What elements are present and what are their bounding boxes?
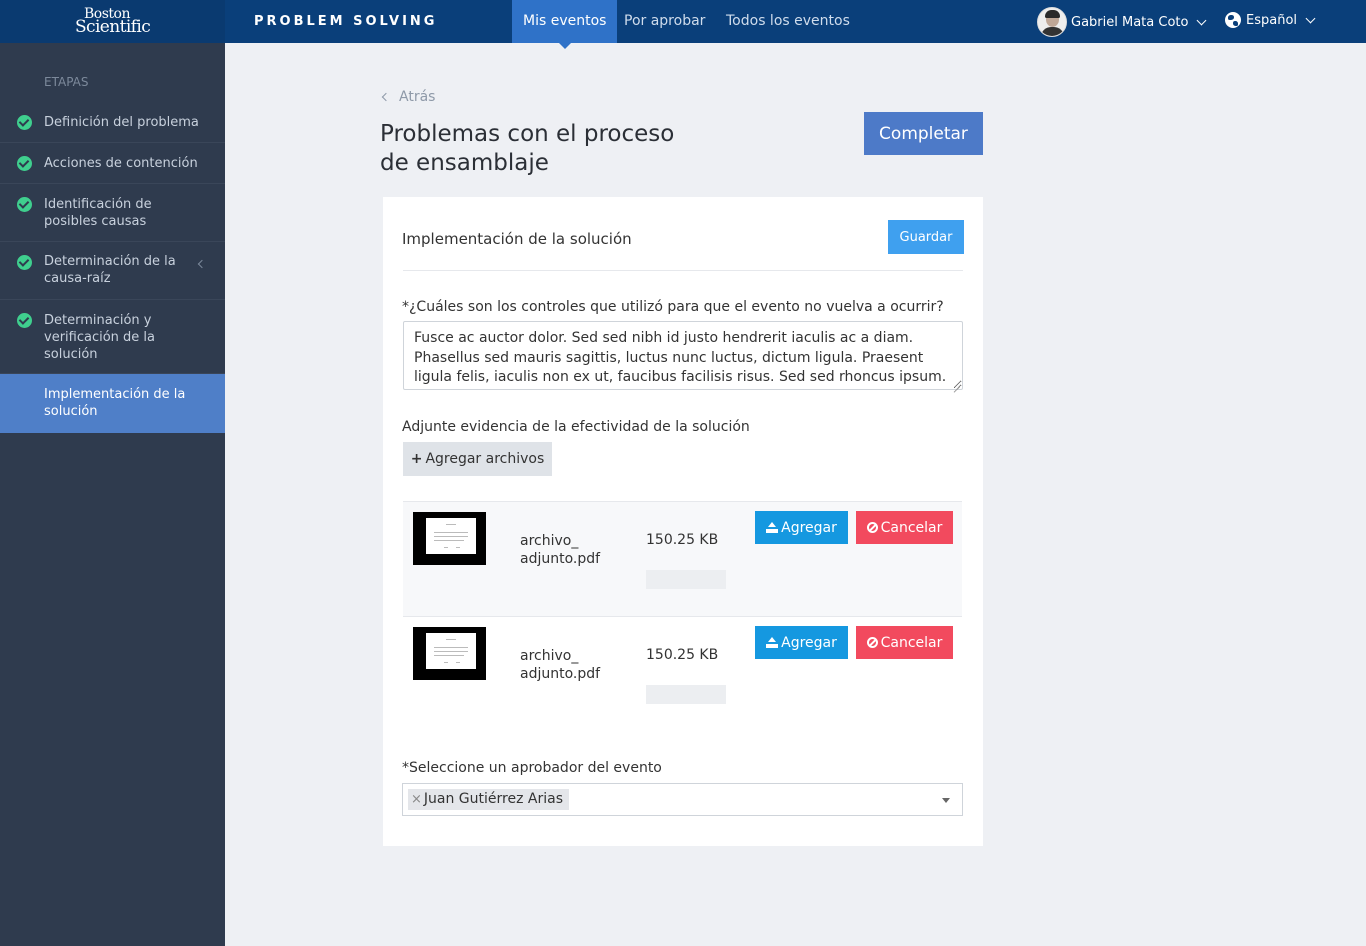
add-files-label: Agregar archivos <box>425 451 545 467</box>
divider <box>403 270 963 271</box>
remove-tag-icon[interactable]: × <box>411 792 422 807</box>
page-title: Problemas con el proceso de ensamblaje <box>380 121 675 176</box>
approver-select[interactable]: × Juan Gutiérrez Arias <box>402 783 963 816</box>
chevron-left-icon <box>197 259 207 269</box>
sidebar-item-label: Determinación de la causa-raíz <box>44 254 176 286</box>
sidebar-item-definicion[interactable]: Definición del problema <box>0 102 225 143</box>
controls-textarea[interactable]: Fusce ac auctor dolor. Sed sed nibh id j… <box>403 321 963 390</box>
chevron-down-icon <box>1305 13 1316 23</box>
upload-label: Agregar <box>781 519 837 536</box>
back-label: Atrás <box>399 89 436 105</box>
sidebar-item-contencion[interactable]: Acciones de contención <box>0 143 225 184</box>
add-files-button[interactable]: + Agregar archivos <box>403 442 552 476</box>
upload-icon <box>766 636 779 648</box>
language-label: Español <box>1246 12 1298 28</box>
upload-label: Agregar <box>781 634 837 651</box>
cancel-label: Cancelar <box>880 519 943 536</box>
tab-todos-los-eventos[interactable]: Todos los eventos <box>726 0 850 43</box>
back-link[interactable]: Atrás <box>380 89 435 105</box>
cancel-upload-button[interactable]: Cancelar <box>856 626 953 659</box>
plus-icon: + <box>410 451 423 467</box>
tab-por-aprobar[interactable]: Por aprobar <box>624 0 705 43</box>
sidebar: ETAPAS Definición del problema Acciones … <box>0 43 225 946</box>
check-circle-icon <box>17 156 32 171</box>
language-menu[interactable]: Español <box>1225 12 1316 28</box>
caret-down-icon[interactable] <box>942 798 950 803</box>
approver-label: *Seleccione un aprobador del evento <box>402 760 662 776</box>
brand-line-2: Scientific <box>75 17 151 37</box>
sidebar-item-identificacion[interactable]: Identificación de posibles causas <box>0 184 225 242</box>
file-row: archivo_ adjunto.pdf 150.25 KB Agregar C… <box>403 501 962 617</box>
tab-mis-eventos[interactable]: Mis eventos <box>512 0 618 49</box>
file-name: archivo_ adjunto.pdf <box>520 648 601 682</box>
approver-name: Juan Gutiérrez Arias <box>423 791 563 807</box>
chevron-down-icon <box>1197 15 1207 25</box>
upload-progress <box>646 685 726 704</box>
form-card: Implementación de la solución Guardar *¿… <box>383 197 983 846</box>
attach-label: Adjunte evidencia de la efectividad de l… <box>402 419 750 435</box>
save-button[interactable]: Guardar <box>888 220 964 254</box>
cancel-upload-button[interactable]: Cancelar <box>856 511 953 544</box>
file-row: archivo_ adjunto.pdf 150.25 KB Agregar C… <box>403 617 962 733</box>
resize-handle[interactable] <box>952 379 961 388</box>
upload-icon <box>766 521 779 533</box>
brand-area: Boston Scientific <box>0 0 225 43</box>
file-thumbnail <box>413 627 486 680</box>
app-title: PROBLEM SOLVING <box>254 14 438 29</box>
sidebar-item-verificacion[interactable]: Determinación y verificación de la soluc… <box>0 300 225 374</box>
sidebar-item-label: Definición del problema <box>44 115 199 130</box>
sidebar-item-implementacion[interactable]: Implementación de la solución <box>0 374 225 433</box>
upload-button[interactable]: Agregar <box>755 626 848 659</box>
file-size: 150.25 KB <box>646 532 719 548</box>
sidebar-heading: ETAPAS <box>44 75 89 89</box>
card-title: Implementación de la solución <box>402 230 632 248</box>
sidebar-item-label: Determinación y verificación de la soluc… <box>44 313 155 362</box>
check-circle-icon <box>17 255 32 270</box>
sidebar-item-label: Acciones de contención <box>44 156 198 171</box>
brand-logo[interactable]: Boston Scientific <box>75 7 151 37</box>
file-name: archivo_ adjunto.pdf <box>520 533 601 567</box>
check-circle-icon <box>17 115 32 130</box>
ban-icon <box>866 636 878 648</box>
check-circle-icon <box>17 197 32 212</box>
sidebar-item-causa-raiz[interactable]: Determinación de la causa-raíz <box>0 242 225 300</box>
file-thumbnail <box>413 512 486 565</box>
avatar <box>1037 7 1067 37</box>
user-menu[interactable]: Gabriel Mata Coto <box>1037 7 1207 37</box>
sidebar-item-label: Implementación de la solución <box>44 387 186 419</box>
check-circle-icon <box>17 313 32 328</box>
top-navbar: Boston Scientific PROBLEM SOLVING Mis ev… <box>0 0 1366 49</box>
chevron-left-icon <box>381 92 391 102</box>
file-size: 150.25 KB <box>646 647 719 663</box>
ban-icon <box>866 521 878 533</box>
user-name: Gabriel Mata Coto <box>1071 14 1189 30</box>
globe-icon <box>1225 12 1241 28</box>
question-label: *¿Cuáles son los controles que utilizó p… <box>402 299 944 315</box>
cancel-label: Cancelar <box>880 634 943 651</box>
sidebar-item-label: Identificación de posibles causas <box>44 197 152 229</box>
approver-tag: × Juan Gutiérrez Arias <box>408 789 569 810</box>
upload-button[interactable]: Agregar <box>755 511 848 544</box>
complete-button[interactable]: Completar <box>864 112 983 155</box>
upload-progress <box>646 570 726 589</box>
